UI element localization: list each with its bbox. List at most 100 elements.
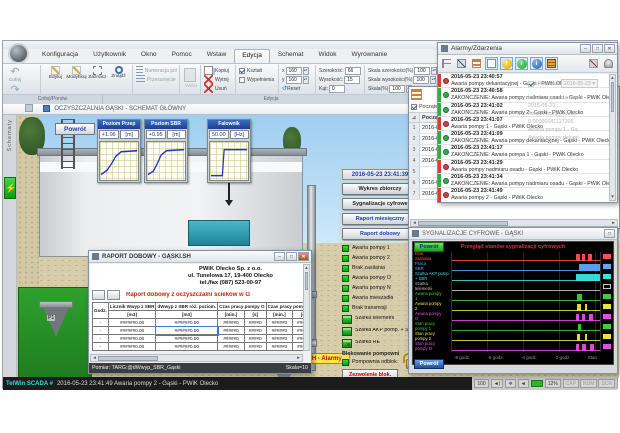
signals-back-button-2[interactable]: Powrót [414, 359, 444, 369]
report-cell-r4c3[interactable]: ######0.00 [156, 343, 218, 351]
report-cell-r4c6[interactable]: #####0 [266, 343, 293, 351]
ribbon-tab-wstaw[interactable]: Wstaw [200, 49, 234, 63]
events-filter-checkbox[interactable] [411, 104, 417, 110]
ribbon-tab-schemat[interactable]: Schemat [271, 49, 311, 63]
ribbon-tab-użytkownik[interactable]: Użytkownik [86, 49, 133, 63]
alarm-filter-checkbox[interactable] [528, 81, 534, 87]
alarms-close-button[interactable]: ✕ [604, 44, 615, 53]
report-cell-r1c6[interactable]: #####0 [266, 319, 293, 327]
kopiuj-button[interactable]: Kopiuj [204, 66, 233, 75]
alarm-entry-6[interactable]: 2016-05-23 23:41:17ZAKOŃCZENIE: Awaria p… [438, 145, 609, 159]
undo-button[interactable]: ↶Cofnij [7, 66, 23, 83]
zaznacz-button[interactable]: Zaznacz [87, 66, 108, 80]
alarms-minimize-button[interactable]: – [580, 44, 591, 53]
y-spinner[interactable]: ▴▾ [303, 76, 309, 84]
report-export-button[interactable] [107, 290, 120, 300]
report-minimize-button[interactable]: – [274, 252, 285, 261]
alarm-entry-9[interactable]: 2016-05-23 23:41:49Awaria pompy 2 - Gąsk… [438, 188, 609, 202]
report-cell-r2c3[interactable]: ######0.00 [156, 327, 218, 335]
sidebar-tab-schematy[interactable]: Schematy [7, 119, 13, 151]
skala-szerokości-value[interactable]: 100 [414, 67, 430, 75]
report-cell-r2c5[interactable]: ####0 [244, 327, 266, 335]
signals-titlebar[interactable]: SYGNALIZACJE CYFROWE - GĄSKI □ [409, 228, 617, 240]
alarm-filter-combo[interactable]: 2016-05-23 ▾ [561, 79, 598, 88]
wykres-zbiorczy-button[interactable]: Wykres zbiorczy [342, 183, 418, 195]
skala-wysokości-value[interactable]: 100 [413, 76, 429, 84]
report-cell-r2c6[interactable]: #####0 [266, 327, 293, 335]
report-cell-r2c1[interactable]: - [93, 327, 109, 335]
report-cell-r3c2[interactable]: ######0.00 [108, 335, 156, 343]
alarms-vscrollbar[interactable]: ▲▼ [609, 74, 616, 201]
lamp-button[interactable] [602, 57, 615, 70]
report-close-button[interactable]: ✕ [298, 252, 309, 261]
list-button[interactable] [470, 57, 483, 70]
report-maximize-button[interactable]: □ [286, 252, 297, 261]
usuń-button[interactable]: Usuń [204, 84, 233, 93]
app-menu-orb[interactable] [8, 43, 29, 64]
edytuj-button[interactable]: Edytuj [45, 66, 66, 80]
report-cell-r3c3[interactable]: ######0.00 [156, 335, 218, 343]
width-value[interactable]: 66 [345, 67, 361, 75]
report-hscrollbar[interactable]: ◄► [90, 354, 303, 362]
export-button[interactable] [455, 57, 468, 70]
przesunięcie-button[interactable]: Przesunięcie [136, 75, 177, 84]
report-cell-r4c4[interactable]: #####0 [218, 343, 245, 351]
alarm-active-button[interactable]: ! [500, 57, 513, 70]
sidebar-pin-icon[interactable] [25, 104, 33, 112]
x-spinner[interactable]: ▴▾ [303, 67, 309, 75]
angle-value[interactable]: 0 [329, 85, 345, 93]
modyfikuj-button[interactable]: Modyfikuj [66, 66, 87, 80]
report-titlebar[interactable]: RAPORT DOBOWY - GĄSKI.SH –□✕ [89, 251, 311, 263]
report-cell-r3c1[interactable]: - [93, 335, 109, 343]
mute-button[interactable] [587, 57, 600, 70]
signals-back-button[interactable]: Powrót [414, 242, 444, 252]
report-cell-r4c5[interactable]: ####0 [244, 343, 266, 351]
report-cell-r1c1[interactable]: - [93, 319, 109, 327]
report-cell-r4c7[interactable]: ####0 [293, 343, 303, 351]
skala-value[interactable]: 100 [389, 85, 405, 93]
reset-button[interactable]: ↺Reset [282, 84, 313, 93]
wypełnienia-checkbox[interactable] [239, 77, 245, 83]
palette-icon[interactable]: ❖ [505, 379, 515, 388]
selection-handle[interactable] [216, 333, 218, 335]
report-cell-r1c2[interactable]: ######0.00 [108, 319, 156, 327]
alarm-entry-7[interactable]: 2016-05-23 23:41:29Awaria pompy nadmiaru… [438, 160, 609, 174]
report-cell-r2c2[interactable]: ######0.00 [108, 327, 156, 335]
raport-dobowy-button[interactable]: Raport dobowy [342, 228, 418, 240]
selection-handle[interactable] [156, 327, 158, 329]
report-vscrollbar[interactable]: ▲ [303, 264, 310, 351]
speaker2-icon[interactable]: ◄ [518, 379, 529, 388]
kształt-checkbox[interactable] [239, 68, 245, 74]
back-button[interactable]: Powrót [55, 123, 95, 135]
report-cell-r1c7[interactable]: ####0 [293, 319, 303, 327]
sygnalizacje-cyfrowe-button[interactable]: Sygnalizacje cyfrowe [342, 198, 418, 210]
x-value[interactable]: 160 [286, 67, 302, 75]
raport-miesięczny-button[interactable]: Raport miesięczny [342, 213, 418, 225]
selection-handle[interactable] [156, 333, 158, 335]
speaker-icon[interactable]: ◄) [491, 379, 504, 388]
report-cell-r3c5[interactable]: ####0 [244, 335, 266, 343]
report-cell-r3c7[interactable]: ####0 [293, 335, 303, 343]
y-value[interactable]: 160 [286, 76, 302, 84]
report-cell-r4c2[interactable]: ######0.00 [108, 343, 156, 351]
allow-lock-button[interactable]: Zezwolenie blok. [342, 369, 398, 377]
report-cell-r3c4[interactable]: #####0 [218, 335, 245, 343]
archive-button[interactable] [545, 57, 558, 70]
ribbon-tab-edycja[interactable]: Edycja [234, 49, 270, 63]
height-value[interactable]: 15 [344, 76, 360, 84]
wytnij-button[interactable]: Wytnij [204, 75, 233, 84]
report-cell-r2c4[interactable]: #####0 [218, 327, 245, 335]
cabinet-szafka-re[interactable]: Szafka RE [342, 337, 418, 349]
panel-trend-poziom-przep[interactable] [99, 141, 139, 181]
ribbon-tab-konfiguracja[interactable]: Konfiguracja [35, 49, 85, 63]
panel-trend-poziom-sbr[interactable] [146, 141, 186, 181]
alarms-maximize-button[interactable]: □ [592, 44, 603, 53]
sidebar-power-button[interactable]: ⚡ [4, 177, 16, 199]
window-button[interactable] [485, 57, 498, 70]
skala-wysokości-spinner[interactable]: ▴▾ [430, 76, 436, 84]
report-cell-r3c6[interactable]: #####0 [266, 335, 293, 343]
cabinet-szafka-akp-pomp-sbr[interactable]: Szafka AKP pomp. + SBR [342, 325, 418, 337]
report-print-button[interactable] [92, 290, 105, 300]
ribbon-tab-widok[interactable]: Widok [311, 49, 343, 63]
events-hscrollbar[interactable]: ◄► [410, 219, 618, 227]
